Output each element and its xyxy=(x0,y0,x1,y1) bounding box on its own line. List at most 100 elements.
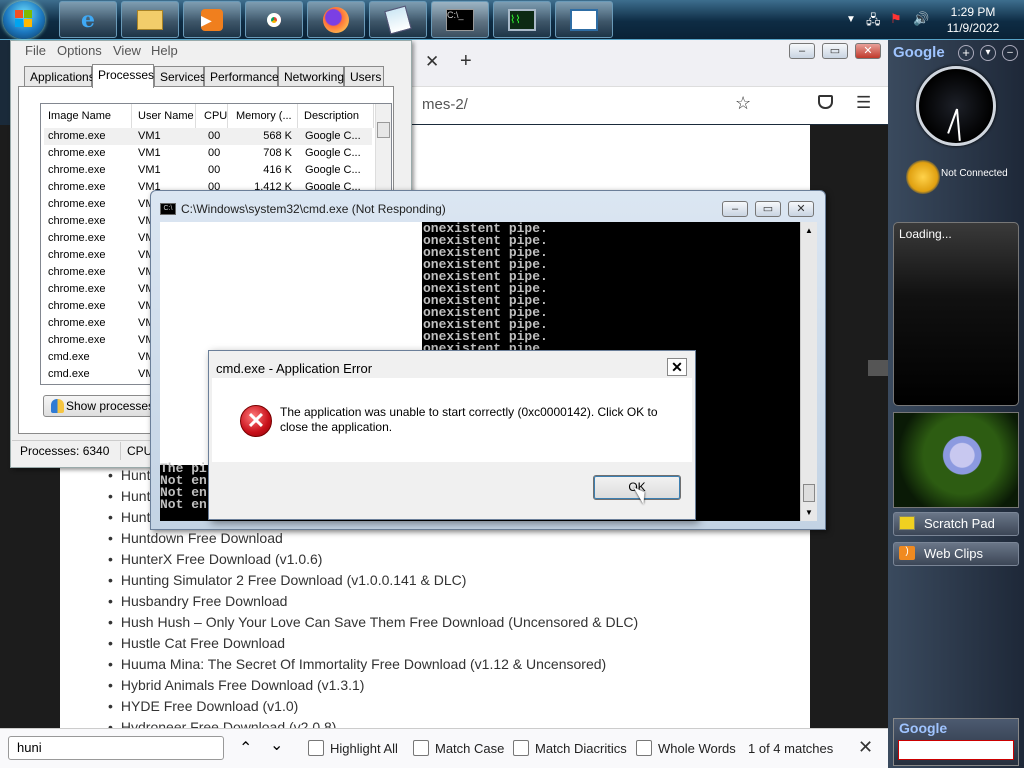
google-search-logo: Google xyxy=(899,720,948,736)
network-icon[interactable]: 🖧 xyxy=(866,11,881,33)
tab-users[interactable]: Users xyxy=(344,66,384,86)
process-cell-mem: 568 K xyxy=(263,130,292,142)
scroll-down-icon[interactable]: ▼ xyxy=(805,508,813,517)
cmd-scroll-thumb[interactable] xyxy=(803,484,815,502)
pocket-icon[interactable] xyxy=(818,95,833,109)
sidebar-minimize-icon[interactable]: – xyxy=(1002,45,1018,61)
process-cell-cpu: 00 xyxy=(208,164,221,176)
tab-processes[interactable]: Processes xyxy=(92,64,154,88)
page-scroll-thumb[interactable] xyxy=(868,360,888,376)
match-diacritics-label[interactable]: Match Diacritics xyxy=(535,741,627,756)
error-icon: ✕ xyxy=(240,405,272,437)
game-list-item[interactable]: HYDE Free Download (v1.0) xyxy=(108,696,638,717)
game-list-item[interactable]: HunterX Free Download (v1.0.6) xyxy=(108,549,638,570)
match-case-label[interactable]: Match Case xyxy=(435,741,504,756)
volume-icon[interactable]: 🔊 xyxy=(913,11,929,27)
process-cell-name: chrome.exe xyxy=(48,130,106,142)
process-row[interactable]: chrome.exe VM1 00 708 K Google C... xyxy=(48,147,372,164)
highlight-all-checkbox[interactable] xyxy=(308,740,324,756)
column-description[interactable]: Description xyxy=(298,104,374,128)
close-tab-icon[interactable]: ✕ xyxy=(425,52,439,72)
cmd-minimize-button[interactable]: – xyxy=(722,201,748,217)
column-user-name[interactable]: User Name xyxy=(132,104,196,128)
clock-date: 11/9/2022 xyxy=(946,21,1000,35)
find-input[interactable]: huni xyxy=(8,736,224,760)
game-list-item[interactable]: Husbandry Free Download xyxy=(108,591,638,612)
menu-help[interactable]: Help xyxy=(151,43,178,58)
window-app-icon[interactable] xyxy=(555,1,613,38)
process-cell-name: chrome.exe xyxy=(48,198,106,210)
slideshow-gadget[interactable] xyxy=(893,412,1019,508)
menu-file[interactable]: File xyxy=(25,43,46,58)
column-cpu[interactable]: CPU xyxy=(196,104,228,128)
browser-minimize-button[interactable]: – xyxy=(789,43,815,59)
match-diacritics-checkbox[interactable] xyxy=(513,740,529,756)
find-next-icon[interactable]: ⌄ xyxy=(270,735,283,755)
clock-time: 1:29 PM xyxy=(950,5,996,19)
rss-icon: ) xyxy=(899,546,915,560)
process-cell-name: cmd.exe xyxy=(48,368,90,380)
show-hidden-icons[interactable]: ▼ xyxy=(846,14,856,25)
url-bar-text[interactable]: mes-2/ xyxy=(422,96,468,113)
cmd-close-button[interactable]: ✕ xyxy=(788,201,814,217)
scroll-up-icon[interactable]: ▲ xyxy=(805,226,813,235)
notepad-icon[interactable] xyxy=(369,1,427,38)
menu-view[interactable]: View xyxy=(113,43,141,58)
task-manager-icon[interactable]: ⌇⌇ xyxy=(493,1,551,38)
process-cell-name: chrome.exe xyxy=(48,232,106,244)
action-center-icon[interactable]: ⚑ xyxy=(890,11,902,27)
process-cell-name: chrome.exe xyxy=(48,334,106,346)
scrollbar-thumb[interactable] xyxy=(377,122,390,138)
menu-options[interactable]: Options xyxy=(57,43,102,58)
highlight-all-label[interactable]: Highlight All xyxy=(330,741,398,756)
dialog-message: The application was unable to start corr… xyxy=(280,405,658,434)
process-row[interactable]: chrome.exe VM1 00 568 K Google C... xyxy=(48,130,372,147)
tab-applications[interactable]: Applications xyxy=(24,66,95,86)
game-list-item[interactable]: Hybrid Animals Free Download (v1.3.1) xyxy=(108,675,638,696)
taskbar-clock[interactable]: 1:29 PM 11/9/2022 xyxy=(936,4,1010,36)
web-clips-label: Web Clips xyxy=(924,546,984,561)
add-gadget-icon[interactable]: + xyxy=(958,45,974,61)
whole-words-label[interactable]: Whole Words xyxy=(658,741,736,756)
gadget-options-icon[interactable]: ▾ xyxy=(980,45,996,61)
cmd-title: C:\Windows\system32\cmd.exe (Not Respond… xyxy=(181,202,446,216)
clock-gadget[interactable] xyxy=(916,66,996,146)
match-case-checkbox[interactable] xyxy=(413,740,429,756)
tab-networking[interactable]: Networking xyxy=(278,66,344,86)
cmd-scrollbar[interactable]: ▲ ▼ xyxy=(800,222,817,521)
dialog-close-button[interactable]: ✕ xyxy=(667,358,687,376)
media-player-icon[interactable]: ▶ xyxy=(183,1,241,38)
weather-sun-icon xyxy=(906,160,940,194)
column-image-name[interactable]: Image Name xyxy=(42,104,132,128)
close-find-bar-icon[interactable]: ✕ xyxy=(858,737,873,758)
tab-performance[interactable]: Performance xyxy=(204,66,279,86)
chrome-icon[interactable] xyxy=(245,1,303,38)
google-search-input[interactable] xyxy=(898,740,1014,760)
feed-gadget[interactable] xyxy=(893,222,1019,406)
game-list-item[interactable]: Huuma Mina: The Secret Of Immortality Fr… xyxy=(108,654,638,675)
game-list-item[interactable]: Hush Hush – Only Your Love Can Save Them… xyxy=(108,612,638,633)
game-list-item[interactable]: Huntdown Free Download xyxy=(108,528,638,549)
browser-close-button[interactable]: ✕ xyxy=(855,43,881,59)
new-tab-icon[interactable]: + xyxy=(460,50,472,73)
start-button[interactable] xyxy=(3,1,45,39)
browser-maximize-button[interactable]: ▭ xyxy=(822,43,848,59)
dialog-title: cmd.exe - Application Error xyxy=(216,361,373,376)
firefox-icon[interactable] xyxy=(307,1,365,38)
file-explorer-icon[interactable] xyxy=(121,1,179,38)
game-list-item[interactable]: Hunting Simulator 2 Free Download (v1.0.… xyxy=(108,570,638,591)
find-previous-icon[interactable]: ⌃ xyxy=(239,738,252,758)
cmd-output-right: onexistent pipe. onexistent pipe. onexiste… xyxy=(423,222,548,355)
process-cell-name: chrome.exe xyxy=(48,300,106,312)
cmd-taskbar-icon[interactable]: C:\_ xyxy=(431,1,489,38)
tab-services[interactable]: Services xyxy=(154,66,206,86)
cmd-maximize-button[interactable]: ▭ xyxy=(755,201,781,217)
whole-words-checkbox[interactable] xyxy=(636,740,652,756)
bookmark-star-icon[interactable]: ☆ xyxy=(735,93,751,114)
column-memory[interactable]: Memory (... xyxy=(228,104,298,128)
menu-icon[interactable]: ☰ xyxy=(856,93,871,113)
show-all-processes-label: Show processes f xyxy=(66,399,161,413)
process-row[interactable]: chrome.exe VM1 00 416 K Google C... xyxy=(48,164,372,181)
internet-explorer-icon[interactable]: e xyxy=(59,1,117,38)
game-list-item[interactable]: Hustle Cat Free Download xyxy=(108,633,638,654)
